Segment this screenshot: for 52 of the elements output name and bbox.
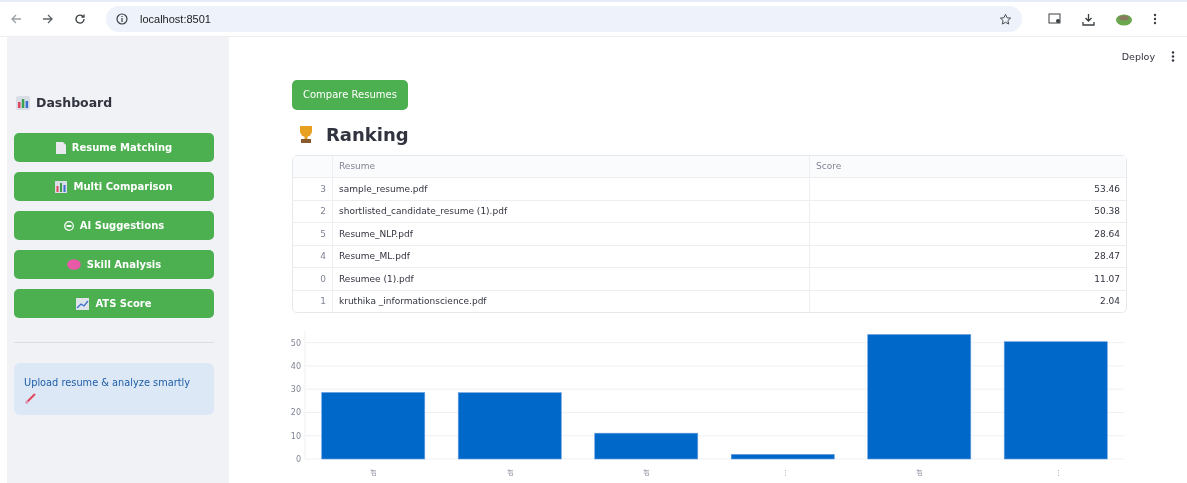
nav-button[interactable]: Resume Matching bbox=[14, 133, 214, 162]
more-icon[interactable] bbox=[1171, 51, 1175, 63]
forward-icon[interactable] bbox=[42, 13, 54, 25]
nav-button[interactable]: AI Suggestions bbox=[14, 211, 214, 240]
table-cell: sample_resume.pdf bbox=[333, 178, 810, 200]
table-cell: Resumee (1).pdf bbox=[333, 268, 810, 290]
table-cell: kruthika _informationscience.pdf bbox=[333, 290, 810, 312]
row-index: 5 bbox=[293, 223, 333, 245]
row-index: 4 bbox=[293, 245, 333, 267]
compare-button[interactable]: Compare Resumes bbox=[292, 79, 408, 110]
table-cell-text: 28.47 bbox=[1093, 250, 1121, 264]
nav-button[interactable]: ATS Score bbox=[14, 289, 214, 318]
row-index: 1 bbox=[293, 290, 333, 312]
address-bar[interactable]: localhost:8501 bbox=[106, 6, 1022, 32]
table-cell: Resume_ML.pdf bbox=[333, 245, 810, 267]
table-cell-text: 28.64 bbox=[1093, 227, 1121, 241]
avatar-icon[interactable] bbox=[1115, 12, 1133, 26]
document-icon bbox=[55, 141, 66, 154]
axis-tick-label: 30 bbox=[290, 385, 301, 395]
back-icon[interactable] bbox=[10, 13, 22, 25]
table-cell: shortlisted_candidate_resume (1).pdf bbox=[333, 200, 810, 222]
bar-chart-icon bbox=[16, 95, 30, 110]
reload-icon[interactable] bbox=[74, 13, 86, 25]
tab-search-icon[interactable] bbox=[1048, 13, 1062, 25]
axis-tick-label: 20 bbox=[290, 408, 301, 418]
section-heading: Ranking bbox=[326, 123, 409, 145]
sidebar-title: Dashboard bbox=[36, 95, 113, 110]
nav-button[interactable]: Multi Comparison bbox=[14, 172, 214, 201]
menu-icon[interactable] bbox=[1153, 13, 1157, 25]
url-text: localhost:8501 bbox=[140, 13, 212, 25]
axis-tick-label: 10 bbox=[290, 431, 301, 441]
column-header: Score bbox=[815, 160, 843, 174]
table-cell-text: 50.38 bbox=[1093, 205, 1121, 219]
table-cell: Resume_NLP.pdf bbox=[333, 223, 810, 245]
axis-tick-label: 50 bbox=[290, 338, 301, 348]
table-cell-text: 53.46 bbox=[1093, 182, 1121, 196]
nav-button[interactable]: Skill Analysis bbox=[14, 250, 214, 279]
deploy-button[interactable]: Deploy bbox=[1121, 51, 1155, 63]
axis-tick-label: 0 bbox=[295, 455, 301, 464]
row-index: 0 bbox=[293, 268, 333, 290]
column-header: Resume bbox=[333, 155, 810, 177]
line-chart-icon bbox=[76, 297, 90, 310]
info-icon[interactable] bbox=[116, 13, 128, 25]
download-icon[interactable] bbox=[1082, 12, 1095, 26]
axis-tick-label: 40 bbox=[290, 361, 301, 371]
row-index: 3 bbox=[293, 178, 333, 200]
table-cell-text: 2.04 bbox=[1098, 295, 1121, 309]
table-cell-text: 11.07 bbox=[1093, 272, 1121, 286]
info-text: Upload resume & analyze smartly bbox=[24, 376, 192, 390]
star-icon[interactable] bbox=[999, 12, 1012, 26]
row-index: 2 bbox=[293, 200, 333, 222]
bar-chart-icon bbox=[55, 180, 68, 193]
